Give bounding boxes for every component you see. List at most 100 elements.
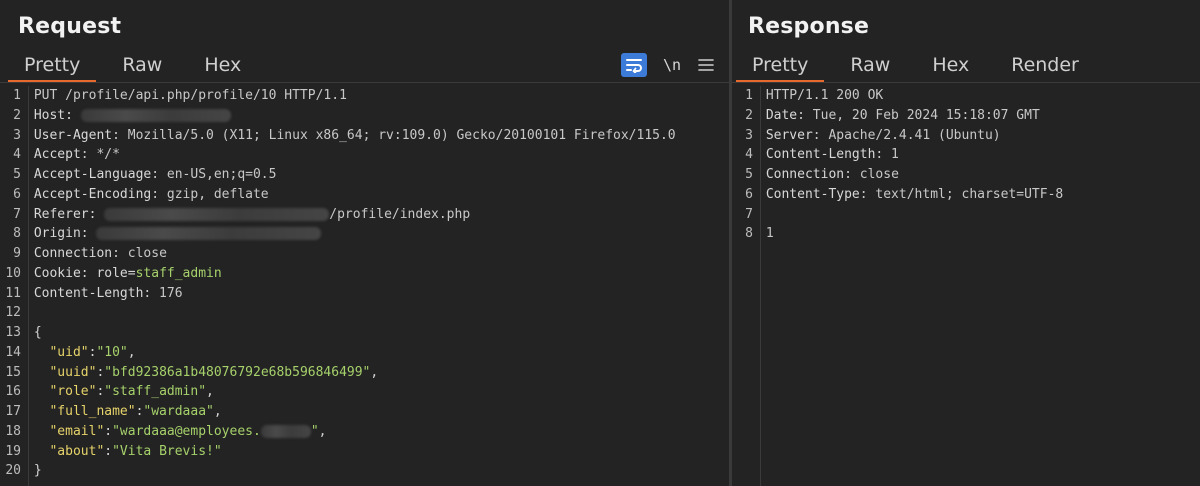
line-content: 1 [758,224,1200,244]
code-token: Content-Type [765,186,860,202]
code-token: : [104,423,113,439]
tabs-separator [732,82,1200,83]
code-token: "full_name" [49,404,136,419]
code-token: 1 [765,226,774,242]
line-number: 6 [745,186,753,202]
http-message-editor: Request Pretty Raw Hex \n 1 PUT /profile… [0,0,1200,486]
wrap-lines-button[interactable] [621,53,647,77]
code-line: 18 "email":"wardaaa@employees. ", [0,422,729,442]
code-token: "wardaaa" [143,404,214,419]
code-token: HTTP/1.1 200 OK [765,88,884,103]
code-line: 4 Content-Length: 1 [732,145,1200,165]
code-token: Host [33,107,66,123]
request-tabs: Pretty Raw Hex [8,52,257,83]
response-tab-render[interactable]: Render [995,52,1095,82]
code-line: 9 Connection: close [0,244,729,264]
request-tab-raw[interactable]: Raw [106,52,178,82]
show-newlines-button[interactable]: \n [661,53,683,77]
code-line: 2 Date: Tue, 20 Feb 2024 15:18:07 GMT [732,106,1200,126]
code-token: : gzip, deflate [151,186,269,202]
code-line: 1 PUT /profile/api.php/profile/10 HTTP/1… [0,86,729,106]
code-token: : [80,265,97,281]
code-token: , [370,364,379,380]
code-token: /profile/index.php [329,206,471,222]
code-token: Date [765,107,798,123]
line-content: Connection: close [26,244,729,264]
code-line: 13 { [0,323,729,343]
code-line: 7 [732,205,1200,225]
code-token: " [310,423,319,439]
code-token: : close [112,246,167,261]
redacted-text [80,108,231,122]
code-line: 3 User-Agent: Mozilla/5.0 (X11; Linux x8… [0,126,729,146]
code-token: Connection [33,246,113,261]
request-title: Request [18,14,122,39]
code-token: "uid" [49,344,89,360]
request-tab-pretty[interactable]: Pretty [8,52,97,83]
code-line: 6 Accept-Encoding: gzip, deflate [0,185,729,205]
response-tabs: Pretty Raw Hex Render [736,52,1095,83]
response-tab-raw[interactable]: Raw [834,52,906,82]
tabs-separator [0,82,729,83]
request-editor[interactable]: 1 PUT /profile/api.php/profile/10 HTTP/1… [0,86,729,486]
code-token: } [33,463,42,479]
code-line: 12 [0,303,729,323]
code-line: 11 Content-Length: 176 [0,284,729,304]
line-content: "role":"staff_admin", [26,382,729,402]
code-token: "wardaaa@employees. [112,423,261,439]
line-content [26,303,729,323]
code-token: Server [765,127,813,143]
code-token: Accept [33,147,81,163]
code-token: : [104,443,113,459]
redacted-text [104,207,330,221]
response-editor[interactable]: 1 HTTP/1.1 200 OK 2 Date: Tue, 20 Feb 202… [732,86,1200,486]
line-number: 10 [5,265,21,281]
line-number: 19 [5,443,21,459]
line-number: 8 [13,226,21,242]
line-number: 9 [13,246,21,261]
code-line: 4 Accept: */* [0,145,729,165]
code-token: Accept-Encoding [33,186,152,202]
code-token: , [318,423,327,439]
response-tab-pretty[interactable]: Pretty [736,52,825,83]
code-token: Origin [33,226,81,242]
line-content: Server: Apache/2.4.41 (Ubuntu) [758,126,1200,146]
line-number: 16 [5,384,21,400]
line-number: 5 [13,167,21,182]
line-number: 7 [13,206,21,222]
line-number: 12 [5,305,21,321]
line-content: "uuid":"bfd92386a1b48076792e68b596846499… [26,363,729,383]
code-token: , [206,384,214,400]
line-number: 17 [5,404,21,419]
code-token: "10" [96,344,128,360]
line-content: Date: Tue, 20 Feb 2024 15:18:07 GMT [758,106,1200,126]
line-content: "about":"Vita Brevis!" [26,442,729,462]
code-token: : Tue, 20 Feb 2024 15:18:07 GMT [797,107,1040,123]
code-line: 8 Origin: [0,224,729,244]
code-token: : Mozilla/5.0 (X11; Linux x86_64; rv:109… [112,127,676,143]
response-title: Response [748,14,870,39]
line-number: 2 [745,107,753,123]
code-token: : Apache/2.4.41 (Ubuntu) [812,127,1001,143]
code-line: 8 1 [732,224,1200,244]
response-tab-hex[interactable]: Hex [916,52,985,82]
response-pane: Response Pretty Raw Hex Render 1 HTTP/1.… [732,0,1200,486]
code-token: : */* [80,147,120,163]
line-number: 20 [5,463,21,479]
line-content: PUT /profile/api.php/profile/10 HTTP/1.1 [26,86,729,106]
editor-menu-button[interactable] [697,53,715,77]
code-token: : [80,226,97,242]
request-tab-hex[interactable]: Hex [188,52,257,82]
request-editor-tools: \n [607,52,715,78]
line-number: 4 [745,147,753,163]
line-content: Content-Length: 176 [26,284,729,304]
code-line: 5 Connection: close [732,165,1200,185]
code-token: "email" [49,423,105,439]
line-content: Content-Length: 1 [758,145,1200,165]
code-line: 1 HTTP/1.1 200 OK [732,86,1200,106]
line-number-gutter [28,86,29,486]
line-number: 4 [13,147,21,163]
line-content: HTTP/1.1 200 OK [758,86,1200,106]
line-content [758,205,1200,225]
